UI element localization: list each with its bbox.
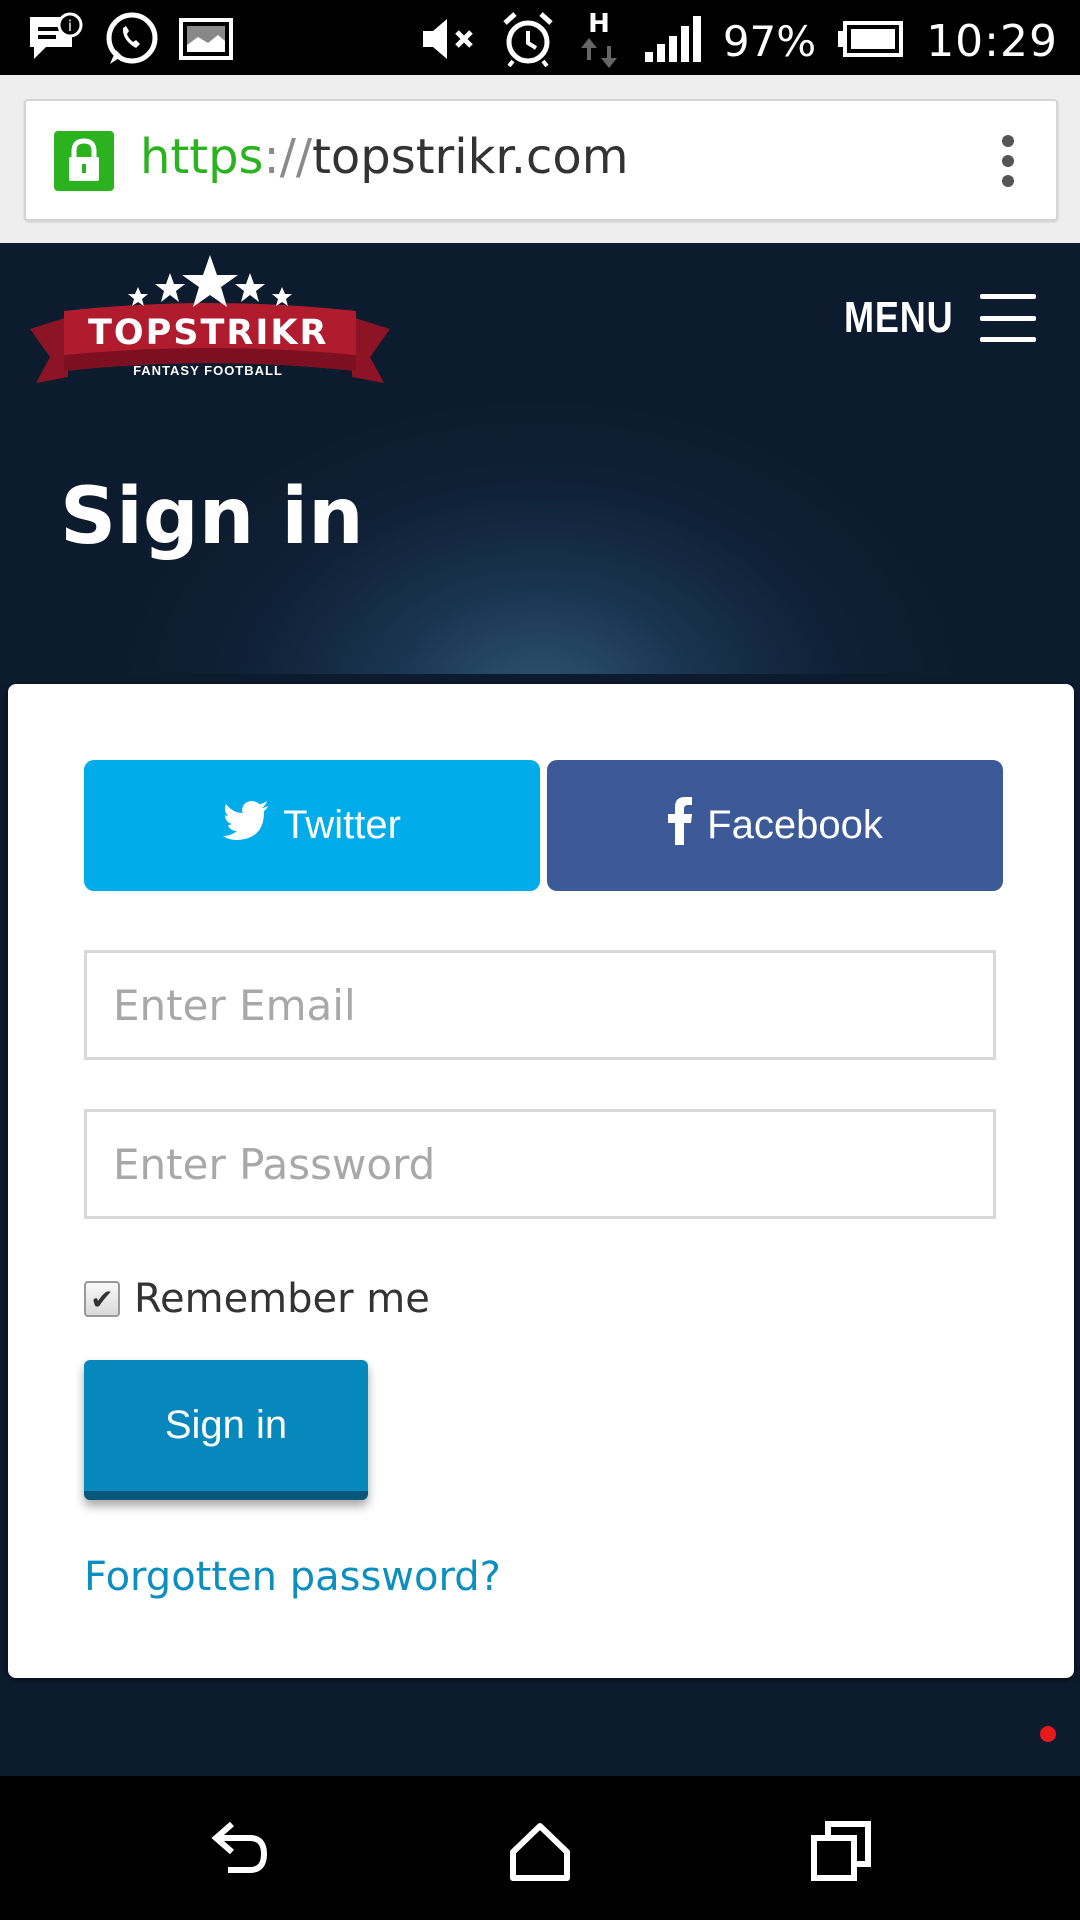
battery-percent: 97%: [722, 17, 817, 66]
mute-icon: [419, 14, 479, 69]
logo-subtitle: FANTASY FOOTBALL: [133, 363, 283, 378]
messenger-icon: i: [26, 11, 84, 72]
whatsapp-icon: [102, 10, 160, 73]
alarm-icon: [501, 11, 555, 72]
browser-menu-icon[interactable]: [1000, 135, 1016, 191]
password-field[interactable]: [84, 1109, 996, 1219]
back-icon[interactable]: [206, 1816, 276, 1886]
email-field[interactable]: [84, 950, 996, 1060]
page-title: Sign in: [60, 472, 364, 562]
svg-text:H: H: [588, 9, 610, 39]
site-footer: [0, 1690, 1080, 1776]
system-nav-bar: [0, 1776, 1080, 1920]
url-scheme: https: [140, 129, 264, 185]
recents-icon[interactable]: [806, 1816, 876, 1886]
remember-checkbox[interactable]: ✔: [84, 1281, 120, 1317]
battery-icon: [838, 21, 904, 62]
network-icon: H: [577, 8, 621, 75]
svg-text:i: i: [68, 17, 72, 35]
hamburger-icon: [980, 294, 1036, 342]
twitter-icon: [223, 800, 269, 851]
forgot-password-link[interactable]: Forgotten password?: [84, 1554, 501, 1600]
status-bar: i H 97% 10:29: [0, 0, 1080, 75]
lock-icon[interactable]: [54, 131, 114, 191]
url-separator: ://: [263, 129, 313, 185]
notification-dot: [1040, 1726, 1056, 1742]
facebook-icon: [667, 796, 693, 855]
browser-toolbar: https://topstrikr.com: [0, 75, 1080, 243]
remember-label: Remember me: [134, 1276, 430, 1322]
facebook-login-button[interactable]: Facebook: [547, 760, 1003, 891]
hero-banner: Sign in: [0, 398, 1080, 674]
facebook-label: Facebook: [707, 803, 883, 847]
url-text[interactable]: https://topstrikr.com: [140, 129, 629, 185]
home-icon[interactable]: [505, 1816, 575, 1886]
twitter-label: Twitter: [283, 803, 401, 847]
site-header: TOPSTRIKR FANTASY FOOTBALL MENU: [0, 243, 1080, 398]
signin-card: Twitter Facebook ✔ Remember me Sign in F…: [8, 684, 1074, 1678]
clock: 10:29: [926, 16, 1058, 67]
remember-me[interactable]: ✔ Remember me: [84, 1276, 430, 1322]
twitter-login-button[interactable]: Twitter: [84, 760, 540, 891]
site-logo[interactable]: TOPSTRIKR FANTASY FOOTBALL: [28, 251, 398, 391]
menu-label: MENU: [844, 293, 954, 342]
signal-icon: [643, 14, 701, 69]
menu-button[interactable]: MENU: [820, 293, 1036, 343]
image-icon: [178, 15, 234, 68]
logo-text: TOPSTRIKR: [88, 313, 329, 353]
address-bar[interactable]: https://topstrikr.com: [24, 99, 1058, 221]
url-host: topstrikr.com: [312, 129, 629, 185]
signin-button[interactable]: Sign in: [84, 1360, 368, 1500]
